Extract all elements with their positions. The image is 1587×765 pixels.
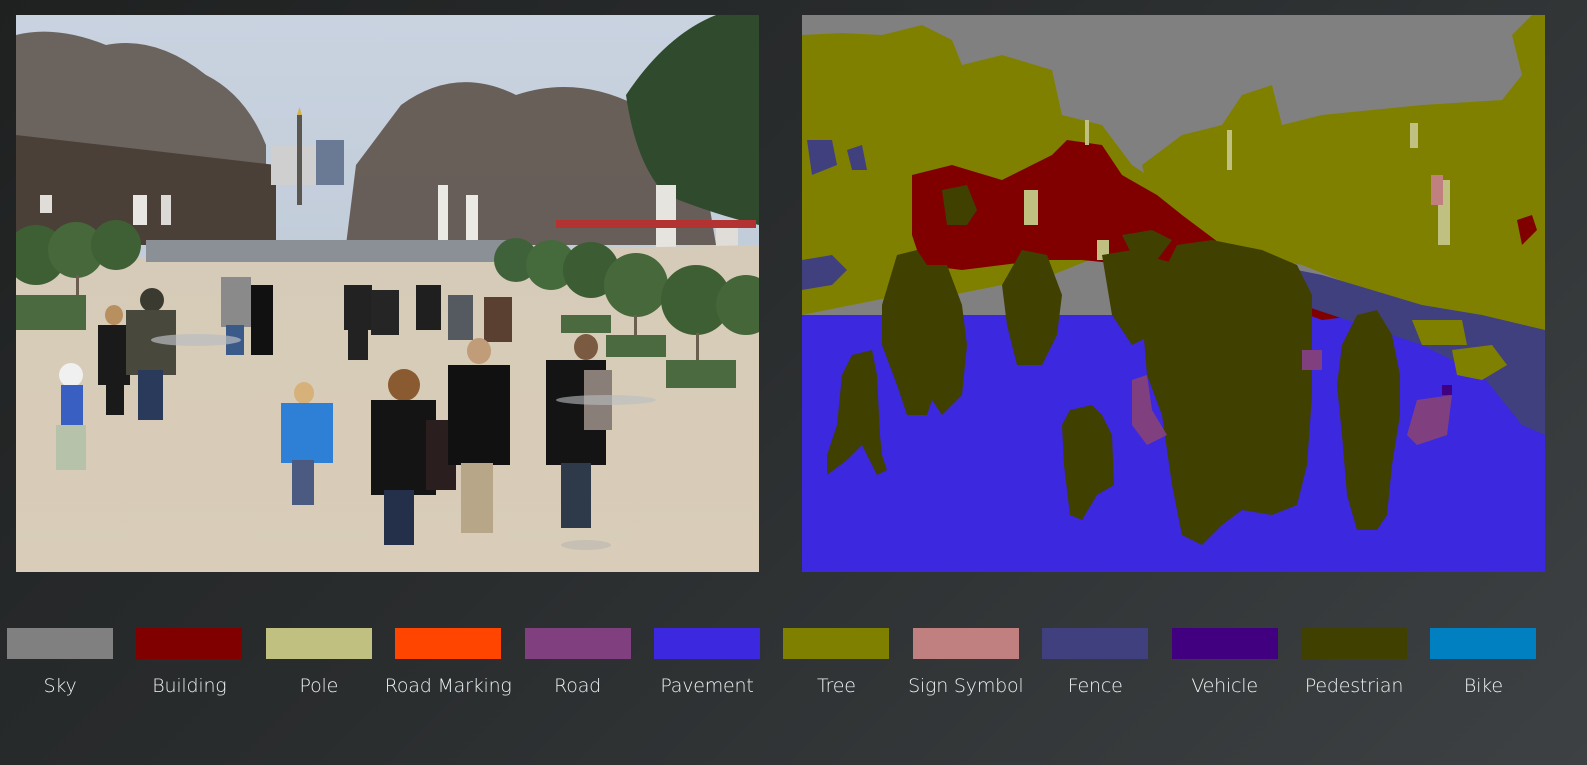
- seg-pole: [1227, 130, 1232, 170]
- fountain-pool: [146, 240, 516, 262]
- statue: [466, 195, 478, 245]
- seg-road: [1302, 350, 1322, 370]
- legend-item-pole: Pole: [265, 628, 372, 705]
- statue: [438, 185, 448, 245]
- legend-item-fence: Fence: [1042, 628, 1149, 705]
- legend-label: Sky: [43, 675, 77, 697]
- legend-label: Bike: [1463, 675, 1503, 697]
- legend-item-road: Road: [524, 628, 631, 705]
- hedge: [561, 315, 611, 333]
- legend-swatch: [1042, 628, 1149, 659]
- seg-pole: [1410, 123, 1418, 148]
- legend-item-tree: Tree: [783, 628, 890, 705]
- legend-swatch: [654, 628, 760, 659]
- towers: [316, 140, 344, 185]
- legend-item-vehicle: Vehicle: [1171, 628, 1278, 705]
- legend-label: Vehicle: [1191, 675, 1258, 697]
- legend-item-building: Building: [136, 628, 243, 705]
- seg-pole: [1024, 190, 1038, 225]
- class-legend: Sky Building Pole Road Marking Road Pavement T…: [0, 628, 1587, 758]
- arc-de-triomphe: [271, 145, 316, 185]
- legend-item-road-marking: Road Marking: [385, 628, 512, 705]
- segmentation-map: [802, 15, 1545, 572]
- legend-item-sign-symbol: Sign Symbol: [908, 628, 1024, 705]
- legend-swatch: [1430, 628, 1537, 659]
- legend-swatch: [1171, 628, 1278, 659]
- seg-vehicle: [1442, 385, 1452, 395]
- legend-label: Pavement: [660, 675, 754, 697]
- urn: [40, 195, 52, 213]
- legend-item-sky: Sky: [7, 628, 113, 705]
- legend-swatch: [395, 628, 502, 659]
- legend-item-pedestrian: Pedestrian: [1301, 628, 1407, 705]
- legend-swatch: [265, 628, 372, 659]
- puddle: [151, 334, 241, 346]
- legend-swatch: [912, 628, 1019, 659]
- legend-label: Sign Symbol: [908, 675, 1024, 697]
- legend-label: Road Marking: [384, 675, 512, 697]
- puddle: [561, 540, 611, 550]
- legend-swatch: [783, 628, 890, 659]
- legend-swatch: [1301, 628, 1407, 659]
- legend-item-bike: Bike: [1430, 628, 1537, 705]
- hedge: [16, 295, 86, 330]
- hedge: [666, 360, 736, 388]
- hedge: [606, 335, 666, 357]
- obelisk: [297, 115, 302, 205]
- legend-swatch: [136, 628, 243, 659]
- legend-swatch: [524, 628, 631, 659]
- puddle: [556, 395, 656, 405]
- seg-sign-symbol: [1431, 175, 1443, 205]
- segmentation-canvas: [802, 15, 1545, 572]
- distant-fence: [556, 220, 756, 228]
- statue: [161, 195, 171, 225]
- legend-label: Tree: [816, 675, 856, 697]
- seg-pole: [1085, 120, 1089, 145]
- statue: [133, 195, 147, 225]
- legend-item-pavement: Pavement: [654, 628, 760, 705]
- input-photo: [16, 15, 759, 572]
- legend-label: Pole: [299, 675, 339, 697]
- photo-canvas: [16, 15, 759, 572]
- legend-label: Pedestrian: [1304, 675, 1404, 697]
- legend-label: Road: [554, 675, 602, 697]
- legend-swatch: [7, 628, 113, 659]
- legend-label: Fence: [1067, 675, 1123, 697]
- legend-label: Building: [152, 675, 227, 697]
